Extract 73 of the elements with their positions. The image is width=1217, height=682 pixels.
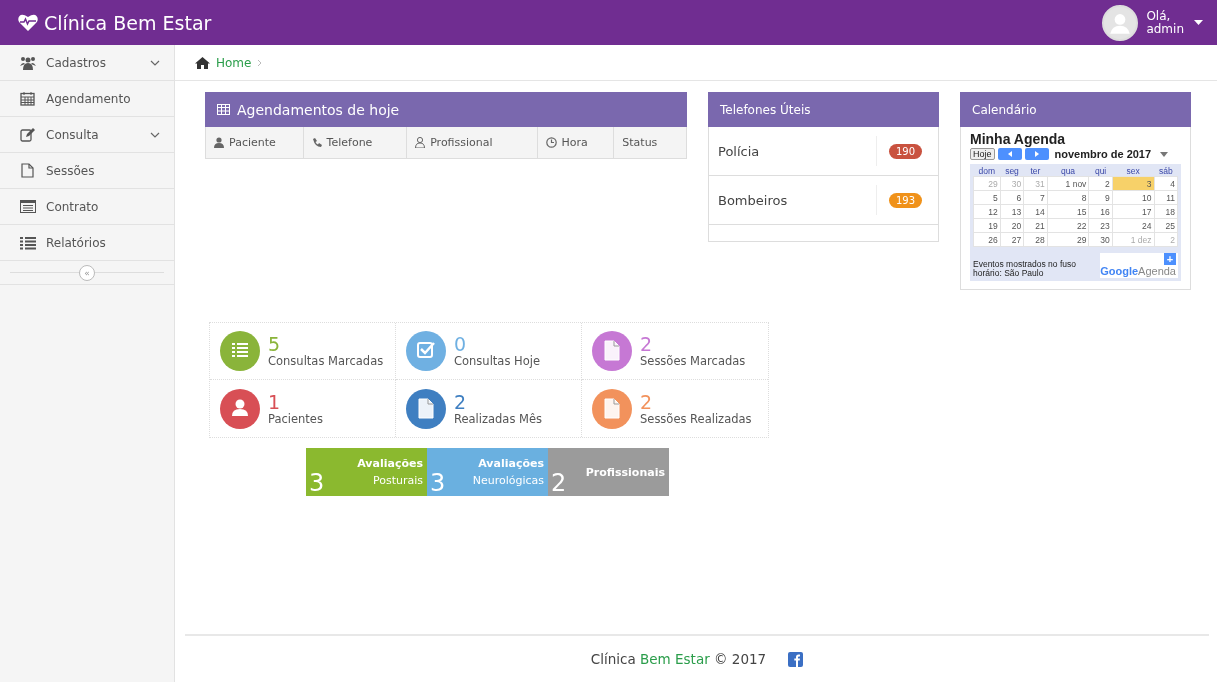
sidebar-item[interactable]: Cadastros (0, 45, 174, 81)
list-card-icon (19, 200, 36, 213)
stat-value: 1 (268, 391, 282, 412)
clock-icon (545, 137, 557, 148)
caret-icon[interactable] (1160, 151, 1169, 157)
column-header[interactable]: Status (614, 127, 686, 158)
weekday-label: sex (1112, 165, 1155, 177)
weekday-label: seg (1000, 165, 1024, 177)
person-icon (415, 137, 426, 148)
greeting-text: Olá, (1146, 9, 1172, 23)
day-cell[interactable]: 4 (1154, 176, 1178, 191)
weekday-label: qui (1088, 165, 1113, 177)
month-label: novembro de 2017 (1054, 148, 1152, 160)
previous-button[interactable] (997, 148, 1022, 160)
calendar-icon (20, 91, 35, 106)
stat-label: Sessões Realizadas (640, 411, 752, 426)
avatar-icon[interactable] (1102, 4, 1139, 41)
stat-value: 0 (454, 334, 468, 354)
phone-number-badge: 190 (888, 143, 922, 159)
sidebar-item[interactable]: Sessões (0, 153, 174, 189)
contact-name: Polícia (718, 143, 761, 159)
stat-label: Pacientes (268, 411, 323, 426)
day-cell[interactable]: 2 (1088, 176, 1113, 191)
sidebar-item[interactable]: Contrato (0, 189, 174, 225)
document-icon (21, 163, 34, 178)
stat-label: Realizadas Mês (454, 411, 543, 426)
stat-value: 5 (268, 334, 282, 354)
triangle-right-icon (1034, 151, 1039, 157)
list-icon (19, 235, 36, 250)
next-button[interactable] (1024, 148, 1049, 160)
footer-text: Clínica Bem Estar © 2017 (590, 651, 767, 667)
weekday-label: qua (1047, 165, 1089, 177)
stat-label: Consultas Marcadas (268, 354, 384, 368)
column-header[interactable]: Telefone (303, 127, 408, 158)
day-cell[interactable]: 3 (1112, 176, 1155, 191)
today-button[interactable]: Hoje (970, 148, 995, 160)
weekday-label: dom (973, 165, 1001, 177)
brand-title: Clínica Bem Estar (44, 11, 212, 34)
triangle-left-icon (1007, 151, 1012, 157)
phone-number-badge: 193 (888, 192, 922, 208)
column-header[interactable]: Hora (537, 127, 615, 158)
user-name[interactable]: admin (1146, 22, 1184, 36)
day-cell[interactable]: 1 nov (1047, 176, 1089, 191)
phone-icon (311, 137, 322, 148)
column-header[interactable]: Paciente (206, 127, 304, 158)
heart-pulse-icon (18, 14, 38, 31)
stat-value: 2 (640, 334, 654, 354)
chevron-right-icon (257, 58, 263, 67)
stat-value: 2 (640, 391, 654, 412)
breadcrumb-link[interactable]: Home (216, 55, 252, 70)
panel-title: Calendário (972, 102, 1037, 117)
stat-label: Consultas Hoje (454, 354, 540, 368)
weekday-label: ter (1023, 165, 1048, 177)
sidebar-item[interactable]: Relatórios (0, 225, 174, 261)
facebook-icon[interactable] (788, 651, 804, 667)
contact-name: Bombeiros (718, 192, 789, 208)
person-icon (214, 137, 224, 148)
sidebar-item[interactable]: Agendamento (0, 81, 174, 117)
panel-title: Telefones Úteis (720, 102, 811, 117)
stat-label: Sessões Marcadas (640, 354, 746, 368)
stat-value: 2 (454, 391, 468, 412)
people-icon (19, 55, 36, 70)
home-icon (195, 56, 210, 69)
timezone-note: Eventos mostrados no fuso horário: São Paulo (973, 260, 1077, 278)
table-icon (217, 104, 230, 115)
agenda-title: Minha Agenda (970, 131, 1067, 147)
sidebar-item[interactable]: Consulta (0, 117, 174, 153)
column-header[interactable]: Profissional (407, 127, 538, 158)
edit-icon (20, 127, 35, 142)
calendar-logo[interactable]: GoogleAgenda (1100, 265, 1176, 278)
panel-title: Agendamentos de hoje (237, 101, 400, 118)
caret-icon[interactable] (1194, 20, 1203, 25)
weekday-label: sáb (1154, 165, 1178, 177)
